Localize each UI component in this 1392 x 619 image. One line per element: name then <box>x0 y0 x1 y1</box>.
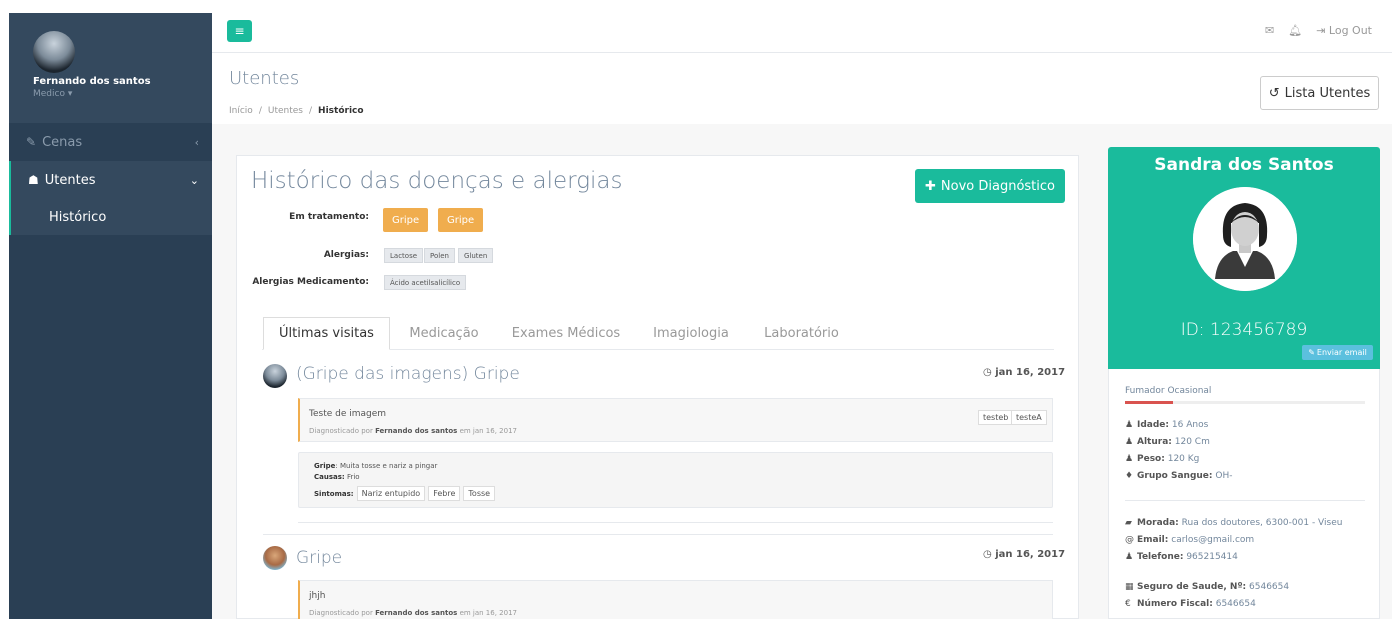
lista-utentes-button[interactable]: ↺ Lista Utentes <box>1260 76 1379 110</box>
at-icon: @ <box>1125 535 1134 545</box>
chevron-left-icon: ‹ <box>194 135 199 149</box>
tab-laboratorio[interactable]: Laboratório <box>754 317 849 350</box>
visit-note: Teste de imagem Diagnosticado por Fernan… <box>298 398 1053 442</box>
breadcrumb-utentes[interactable]: Utentes <box>268 106 303 116</box>
sidebar-subitem-historico[interactable]: Histórico <box>11 199 212 235</box>
person-icon: ♟ <box>1125 420 1134 430</box>
gripe-line: Gripe: Muita tosse e nariz a pingar <box>314 462 438 470</box>
divider <box>263 534 1053 535</box>
patient-id: ID: 123456789 <box>1180 320 1308 340</box>
bell-icon[interactable]: 🔔︎ <box>1288 24 1302 37</box>
visit-date: ◷ jan 16, 2017 <box>983 367 1066 378</box>
symptom-tag: Nariz entupido <box>356 486 426 501</box>
euro-icon: € <box>1125 599 1131 609</box>
divider <box>298 522 1053 523</box>
note-author: Diagnosticado por Fernando dos santos em… <box>309 427 517 435</box>
avatar <box>263 364 287 388</box>
symptom-tag: Febre <box>428 486 461 501</box>
enviar-email-button[interactable]: ✎ Enviar email <box>1302 345 1373 360</box>
user-name: Fernando dos santos <box>33 76 151 87</box>
logout-link[interactable]: ⇥ Log Out <box>1316 24 1372 37</box>
breadcrumb-historico: Histórico <box>318 106 364 116</box>
altura-line: ♟ Altura: 120 Cm <box>1125 437 1210 447</box>
person-icon: ♟ <box>1125 454 1134 464</box>
note-text: Teste de imagem <box>309 409 387 419</box>
divider <box>1125 500 1365 501</box>
user-role-dropdown[interactable]: Medico ▾ <box>33 89 72 99</box>
users-icon: ☗ <box>28 173 39 187</box>
history-title: Histórico das doenças e alergias <box>251 168 623 194</box>
avatar[interactable] <box>33 31 75 73</box>
clock-icon: ◷ <box>983 367 992 378</box>
undo-icon: ↺ <box>1268 85 1280 101</box>
book-icon: ▰ <box>1125 518 1132 528</box>
avatar <box>263 546 287 570</box>
tab-imagiologia[interactable]: Imagiologia <box>644 317 738 350</box>
page-title: Utentes <box>229 68 300 89</box>
sidebar-item-cenas[interactable]: ✎ Cenas ‹ <box>9 123 212 161</box>
morada-line: ▰ Morada: Rua dos doutores, 6300-001 - Vi… <box>1125 518 1343 528</box>
edit-icon: ✎ <box>1308 348 1315 357</box>
profile-block: Fernando dos santos Medico ▾ <box>9 13 212 123</box>
smoker-bar-fill <box>1125 401 1173 404</box>
drug-allergy-tag: Ácido acetilsalicílico <box>384 275 467 290</box>
tab-ultimas-visitas[interactable]: Últimas visitas <box>263 317 390 350</box>
visit-title: (Gripe das imagens) Gripe <box>296 364 520 384</box>
building-icon: ▦ <box>1125 582 1134 592</box>
diagnosis-details: Gripe: Muita tosse e nariz a pingar Caus… <box>298 452 1053 508</box>
divider <box>212 52 1392 53</box>
visit-date: ◷ jan 16, 2017 <box>983 549 1066 560</box>
alergias-label: Alergias: <box>323 250 369 260</box>
side-menu: ✎ Cenas ‹ ☗ Utentes ⌄ Histórico <box>9 123 212 235</box>
menu-toggle-button[interactable]: ≡ <box>227 20 252 42</box>
sangue-line: ♦ Grupo Sangue: OH- <box>1125 471 1233 481</box>
patient-avatar <box>1193 187 1297 291</box>
envelope-icon[interactable]: ✉ <box>1265 24 1274 37</box>
fiscal-line: € Número Fiscal: 6546654 <box>1125 599 1256 609</box>
tab-medicacao[interactable]: Medicação <box>398 317 490 350</box>
smoker-bar <box>1125 401 1365 404</box>
medkit-icon: ✚ <box>925 178 936 194</box>
treatment-tag: Gripe <box>438 208 484 232</box>
telefone-line: ♟ Telefone: 965215414 <box>1125 552 1238 562</box>
symptom-tag: Tosse <box>463 486 496 501</box>
alergias-medicamento-label: Alergias Medicamento: <box>252 277 369 287</box>
person-icon: ♟ <box>1125 552 1134 562</box>
breadcrumb-inicio[interactable]: Início <box>229 106 253 116</box>
topbar-actions: ✉ 🔔︎ ⇥ Log Out <box>1265 24 1372 37</box>
breadcrumb: Início / Utentes / Histórico <box>229 106 364 116</box>
tab-exames-medicos[interactable]: Exames Médicos <box>504 317 628 350</box>
edit-icon: ✎ <box>26 135 37 149</box>
peso-line: ♟ Peso: 120 Kg <box>1125 454 1200 464</box>
seguro-line: ▦ Seguro de Saude, Nº: 6546654 <box>1125 582 1290 592</box>
clock-icon: ◷ <box>983 549 992 560</box>
allergy-tag: Gluten <box>458 248 494 263</box>
visit-note: jhjh Diagnosticado por Fernando dos sant… <box>298 580 1053 619</box>
treatment-tag: Gripe <box>383 208 429 232</box>
note-author: Diagnosticado por Fernando dos santos em… <box>309 609 517 617</box>
patient-name: Sandra dos Santos <box>1154 155 1334 175</box>
chevron-down-icon: ⌄ <box>189 173 199 187</box>
novo-diagnostico-button[interactable]: ✚ Novo Diagnóstico <box>915 169 1065 203</box>
sintomas-line: Sintomas: Nariz entupido Febre Tosse <box>314 486 496 501</box>
visit-title: Gripe <box>296 548 343 568</box>
logout-icon: ⇥ <box>1316 24 1326 37</box>
note-tag: testeA <box>1011 410 1047 425</box>
note-tag: testeb <box>978 410 1014 425</box>
person-icon: ♟ <box>1125 437 1134 447</box>
idade-line: ♟ Idade: 16 Anos <box>1125 420 1209 430</box>
allergy-tag: Polen <box>424 248 455 263</box>
em-tratamento-label: Em tratamento: <box>289 212 369 222</box>
causas-line: Causas: Frio <box>314 473 360 481</box>
smoker-status: Fumador Ocasional <box>1125 386 1212 396</box>
history-panel <box>236 155 1079 619</box>
email-line: @ Email: carlos@gmail.com <box>1125 535 1255 545</box>
note-text: jhjh <box>309 591 326 601</box>
allergy-tag: Lactose <box>384 248 424 263</box>
sidebar-item-utentes[interactable]: ☗ Utentes ⌄ <box>11 161 212 199</box>
sidebar: Fernando dos santos Medico ▾ ✎ Cenas ‹ ☗… <box>9 13 212 619</box>
drop-icon: ♦ <box>1125 471 1134 481</box>
